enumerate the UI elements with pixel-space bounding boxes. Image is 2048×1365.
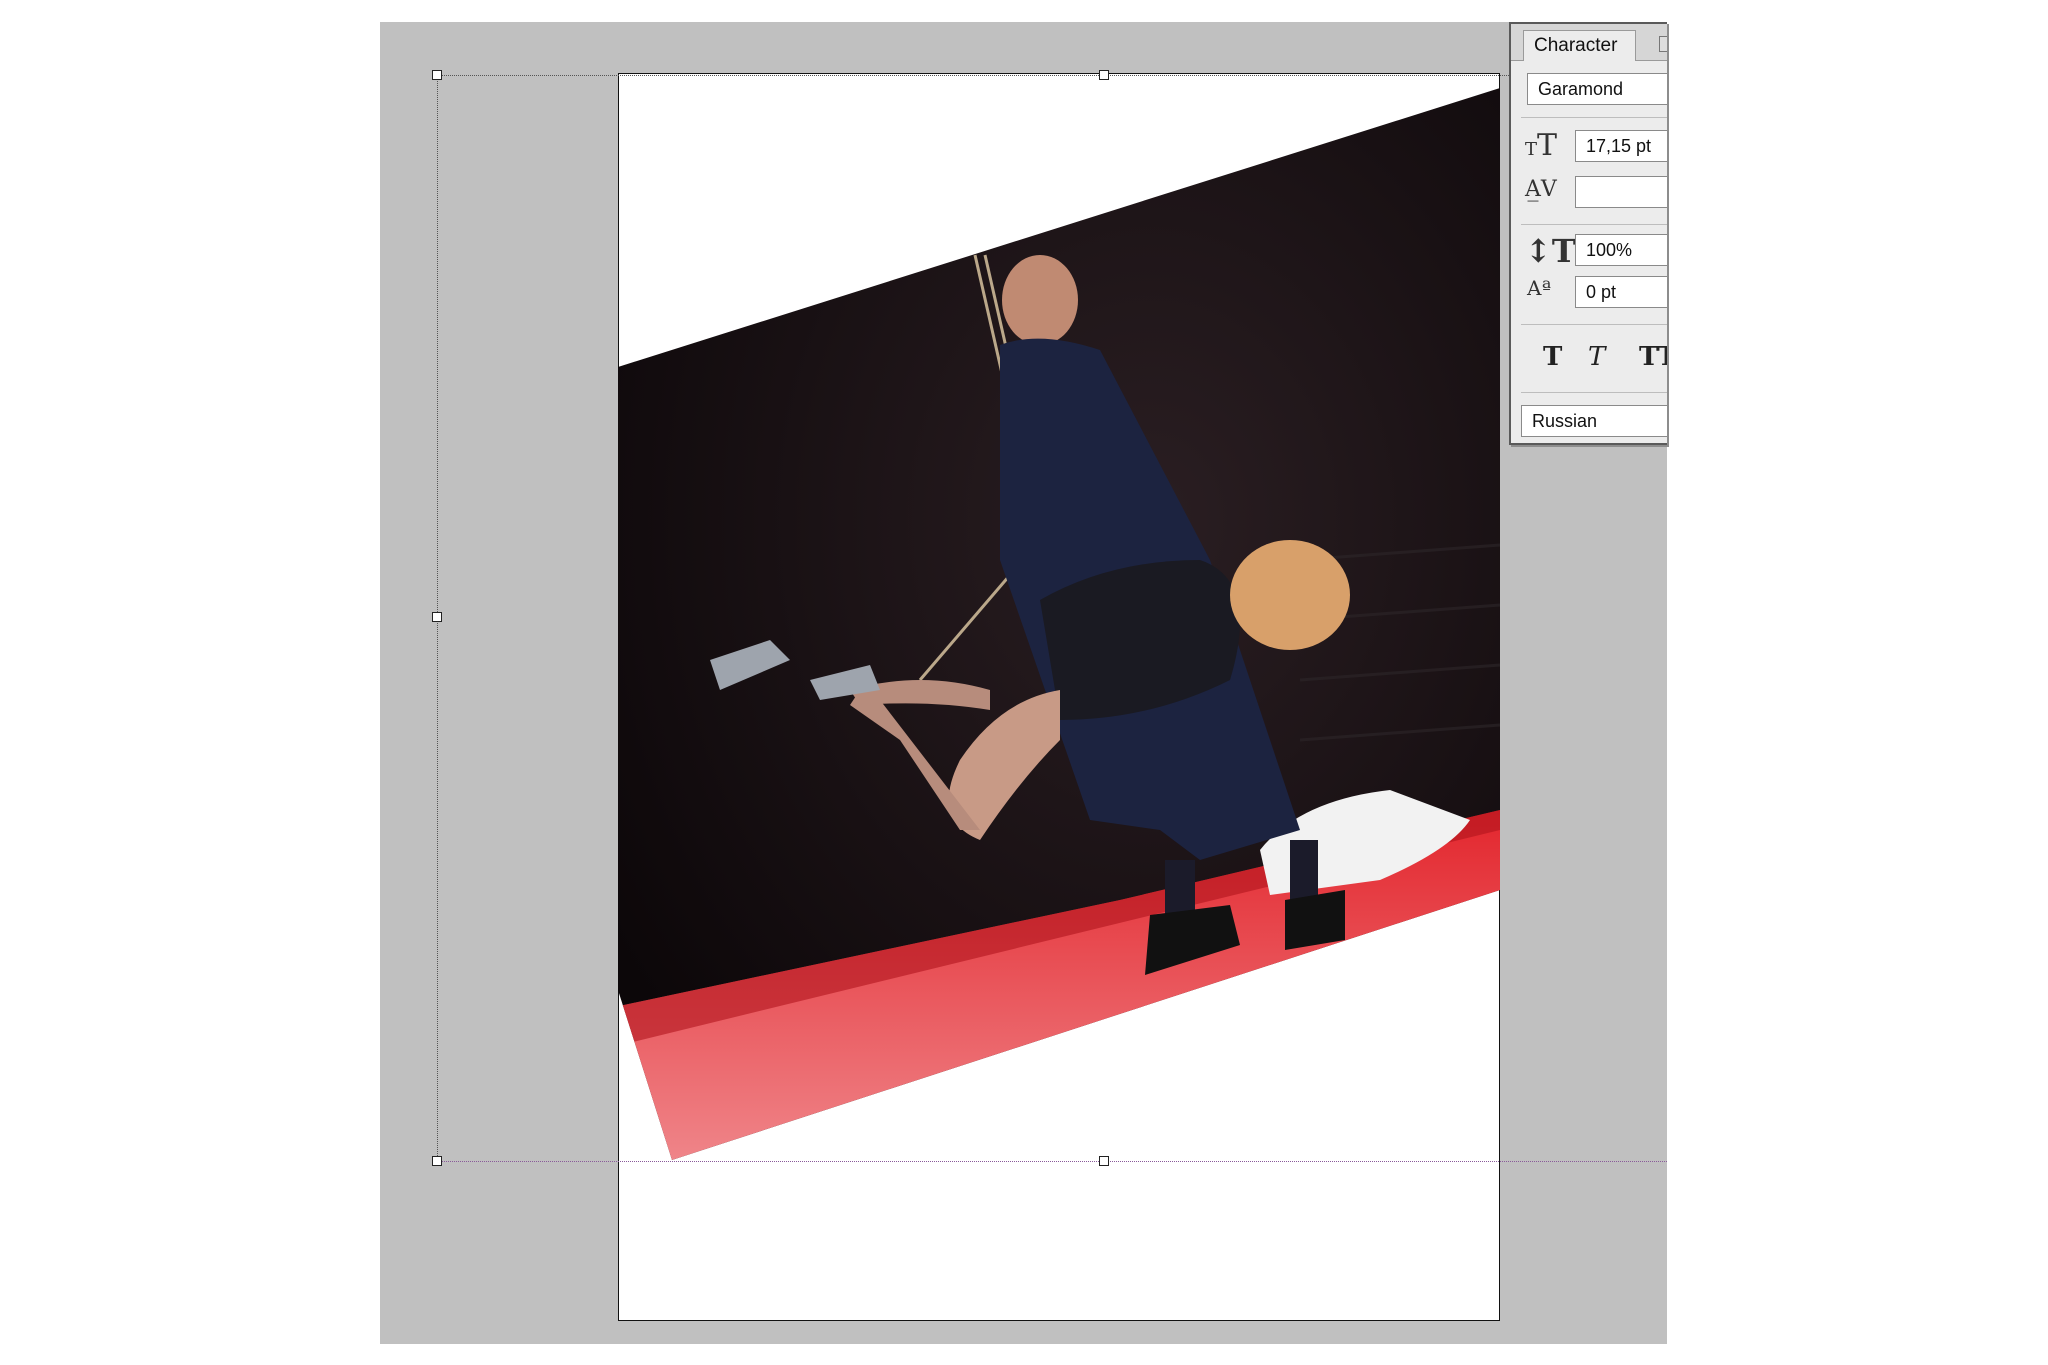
faux-italic-label: T <box>1588 342 1606 372</box>
character-panel: Character Garamond TT 17,15 pt A̲V ↕T 10… <box>1509 22 1667 445</box>
tab-character[interactable]: Character <box>1523 30 1637 61</box>
faux-bold-icon[interactable]: T <box>1543 342 1562 372</box>
font-size-field[interactable]: 17,15 pt <box>1575 130 1667 162</box>
baseline-shift-field[interactable]: 0 pt <box>1575 276 1667 308</box>
tracking-field[interactable] <box>1575 176 1667 208</box>
separator <box>1521 224 1667 225</box>
tracking-icon: A̲V <box>1525 177 1557 202</box>
transform-handle-top-left[interactable] <box>432 70 442 80</box>
separator <box>1521 392 1667 393</box>
baseline-shift-value: 0 pt <box>1586 282 1617 302</box>
font-family-field[interactable]: Garamond <box>1527 73 1667 105</box>
faux-bold-label: T <box>1543 342 1563 372</box>
all-caps-label: TT <box>1639 342 1667 372</box>
vertical-scale-icon: ↕T <box>1525 232 1576 270</box>
transform-handle-bottom-left[interactable] <box>432 1156 442 1166</box>
font-family-value: Garamond <box>1538 79 1624 99</box>
tab-character-label: Character <box>1534 35 1618 56</box>
font-size-value: 17,15 pt <box>1586 136 1652 156</box>
panel-tab-strip: Character <box>1511 24 1667 61</box>
transform-handle-middle-left[interactable] <box>432 612 442 622</box>
transform-handle-bottom-center[interactable] <box>1099 1156 1109 1166</box>
font-size-icon: TT <box>1525 128 1558 163</box>
vertical-scale-field[interactable]: 100% <box>1575 234 1667 266</box>
baseline-shift-icon: Aª <box>1527 276 1551 300</box>
all-caps-icon[interactable]: TT <box>1639 342 1667 372</box>
transform-bounding-box[interactable] <box>437 75 1667 1162</box>
separator <box>1521 117 1667 118</box>
language-value: Russian <box>1532 411 1598 431</box>
vertical-scale-value: 100% <box>1586 240 1633 260</box>
transform-handle-top-center[interactable] <box>1099 70 1109 80</box>
tab-paragraph[interactable] <box>1659 36 1667 52</box>
faux-italic-icon[interactable]: T <box>1588 342 1605 372</box>
language-select[interactable]: Russian <box>1521 405 1667 437</box>
separator <box>1521 324 1667 325</box>
